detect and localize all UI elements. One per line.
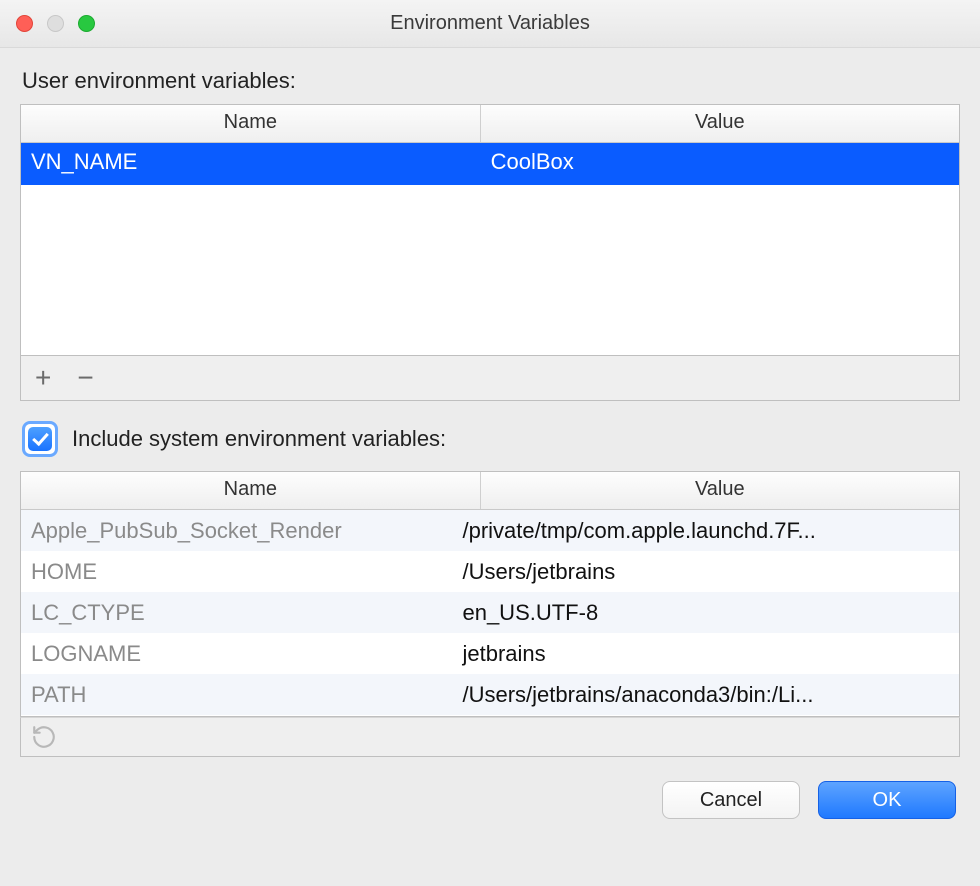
table-row[interactable]: PATH /Users/jetbrains/anaconda3/bin:/Li.… [21, 674, 959, 715]
row-value: en_US.UTF-8 [452, 600, 959, 626]
user-vars-table[interactable]: Name Value VN_NAME CoolBox [20, 104, 960, 356]
table-row[interactable]: LOGNAME jetbrains [21, 633, 959, 674]
cancel-button[interactable]: Cancel [662, 781, 800, 819]
ok-button[interactable]: OK [818, 781, 956, 819]
minimize-icon [47, 15, 64, 32]
row-name: Apple_PubSub_Socket_Render [21, 518, 452, 544]
row-name: LOGNAME [21, 641, 452, 667]
close-icon[interactable] [16, 15, 33, 32]
user-vars-label: User environment variables: [22, 68, 960, 94]
zoom-icon[interactable] [78, 15, 95, 32]
row-value: /private/tmp/com.apple.launchd.7F... [452, 518, 959, 544]
table-row[interactable]: VN_NAME CoolBox [21, 143, 959, 185]
include-system-row[interactable]: Include system environment variables: [22, 421, 958, 457]
system-vars-toolbar [20, 717, 960, 757]
row-name: HOME [21, 559, 452, 585]
table-row[interactable]: HOME /Users/jetbrains [21, 551, 959, 592]
col-value[interactable]: Value [481, 105, 959, 142]
window-title: Environment Variables [0, 12, 980, 35]
table-row[interactable]: LC_CTYPE en_US.UTF-8 [21, 592, 959, 633]
system-vars-header: Name Value [21, 472, 959, 510]
dialog-buttons: Cancel OK [0, 763, 980, 839]
include-system-checkbox[interactable] [22, 421, 58, 457]
remove-button[interactable]: − [77, 364, 93, 392]
system-vars-table[interactable]: Name Value Apple_PubSub_Socket_Render /p… [20, 471, 960, 717]
undo-icon[interactable] [31, 724, 57, 750]
system-vars-body[interactable]: Apple_PubSub_Socket_Render /private/tmp/… [21, 510, 959, 716]
titlebar: Environment Variables [0, 0, 980, 48]
row-value[interactable]: CoolBox [481, 143, 959, 185]
include-system-label: Include system environment variables: [72, 426, 446, 452]
add-button[interactable]: + [35, 364, 51, 392]
col-name[interactable]: Name [21, 105, 481, 142]
check-icon [28, 427, 52, 451]
row-name: LC_CTYPE [21, 600, 452, 626]
col-value[interactable]: Value [481, 472, 959, 509]
row-value: /Users/jetbrains [452, 559, 959, 585]
row-value: /Users/jetbrains/anaconda3/bin:/Li... [452, 682, 959, 708]
user-vars-body[interactable]: VN_NAME CoolBox [21, 143, 959, 355]
row-value: jetbrains [452, 641, 959, 667]
col-name[interactable]: Name [21, 472, 481, 509]
user-vars-toolbar: + − [20, 356, 960, 401]
window-controls [16, 15, 95, 32]
row-name[interactable]: VN_NAME [21, 143, 481, 185]
user-vars-header: Name Value [21, 105, 959, 143]
table-row[interactable]: Apple_PubSub_Socket_Render /private/tmp/… [21, 510, 959, 551]
row-name: PATH [21, 682, 452, 708]
